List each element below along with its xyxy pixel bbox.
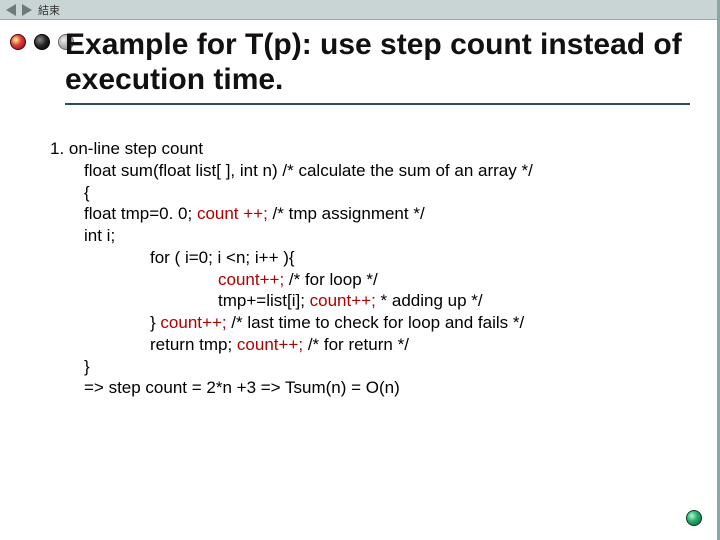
line-brace-open: {: [84, 182, 690, 204]
title-block: Example for T(p): use step count instead…: [65, 28, 690, 105]
line-tmp: float tmp=0. 0; count ++; /* tmp assignm…: [84, 203, 690, 225]
bullet-dark-icon: [34, 34, 50, 50]
txt: }: [150, 313, 160, 332]
end-button[interactable]: 結束: [38, 2, 60, 18]
next-icon[interactable]: [22, 4, 32, 16]
txt: * adding up */: [376, 291, 483, 310]
line-return: return tmp; count++; /* for return */: [150, 334, 690, 356]
txt: /* last time to check for loop and fails…: [227, 313, 525, 332]
line-signature: float sum(float list[ ], int n) /* calcu…: [84, 160, 690, 182]
txt: /* for return */: [303, 335, 409, 354]
line-result: => step count = 2*n +3 => Tsum(n) = O(n): [84, 377, 690, 399]
count-kw: count ++;: [197, 204, 268, 223]
bullet-red-icon: [10, 34, 26, 50]
count-kw: count++;: [310, 291, 376, 310]
txt: float tmp=0. 0;: [84, 204, 197, 223]
count-kw: count++;: [160, 313, 226, 332]
count-kw: count++;: [237, 335, 303, 354]
corner-bullet-icon: [686, 510, 702, 526]
line-heading: 1. on-line step count: [50, 138, 690, 160]
slide-body: 1. on-line step count float sum(float li…: [50, 138, 690, 399]
txt: tmp+=list[i];: [218, 291, 310, 310]
txt: /* tmp assignment */: [268, 204, 425, 223]
line-count-loop: count++; /* for loop */: [218, 269, 690, 291]
line-brace-close: }: [84, 356, 690, 378]
count-kw: count++;: [218, 270, 284, 289]
slide-title: Example for T(p): use step count instead…: [65, 28, 690, 105]
line-for: for ( i=0; i <n; i++ ){: [150, 247, 690, 269]
line-last: } count++; /* last time to check for loo…: [150, 312, 690, 334]
prev-icon[interactable]: [6, 4, 16, 16]
line-inti: int i;: [84, 225, 690, 247]
line-add: tmp+=list[i]; count++; * adding up */: [218, 290, 690, 312]
top-nav-bar: 結束: [0, 0, 720, 20]
txt: return tmp;: [150, 335, 237, 354]
txt: /* for loop */: [284, 270, 378, 289]
